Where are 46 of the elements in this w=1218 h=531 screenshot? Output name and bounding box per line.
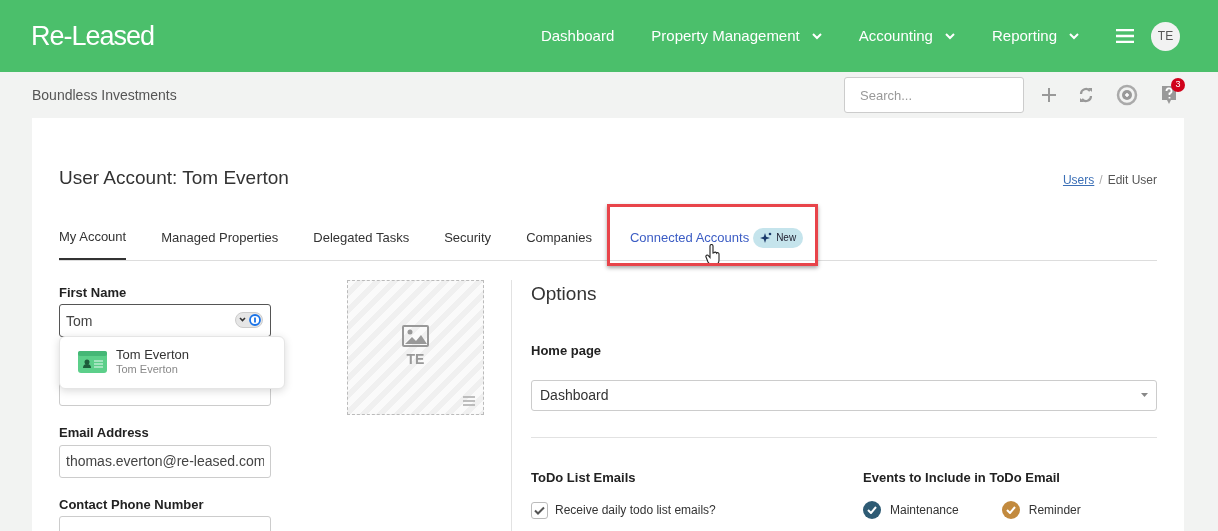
autofill-menu[interactable]: Tom Everton Tom Everton xyxy=(59,335,285,389)
checkbox-label: Reminder xyxy=(1028,502,1081,519)
support-icon[interactable] xyxy=(1116,84,1138,106)
field-label: Home page xyxy=(531,342,603,360)
checkbox-label: Maintenance xyxy=(890,502,959,519)
field-label: First Name xyxy=(59,283,128,302)
photo-initials: TE xyxy=(406,349,425,369)
image-icon xyxy=(402,324,429,347)
refresh-icon[interactable] xyxy=(1078,86,1094,104)
suggestion-name: Tom Everton xyxy=(116,347,189,362)
input-field[interactable]: thomas.everton@re-leased.com xyxy=(59,444,271,478)
field-label: Contact Phone Number xyxy=(59,495,205,514)
breadcrumb-separator: / xyxy=(1099,172,1103,189)
field-label: Email Address xyxy=(59,424,150,442)
tab[interactable]: Managed Properties xyxy=(161,225,279,260)
breadcrumb-link[interactable]: Users xyxy=(1062,171,1095,189)
section-title: Options xyxy=(531,281,598,306)
event-checkbox[interactable] xyxy=(1001,501,1020,519)
menu-icon[interactable] xyxy=(463,395,475,406)
page-title: User Account: Tom Everton xyxy=(59,166,289,190)
tab[interactable]: My Account xyxy=(59,225,127,260)
check-icon xyxy=(1005,506,1016,514)
checkbox-label: Receive daily todo list emails? xyxy=(555,502,716,519)
notification-badge: 3 xyxy=(1171,78,1185,92)
tab[interactable]: Security xyxy=(444,225,492,260)
tab[interactable]: Connected Accounts xyxy=(629,225,750,260)
search-field[interactable]: Search... xyxy=(844,77,1024,113)
help-icon[interactable] xyxy=(1160,85,1178,105)
new-badge: New xyxy=(753,227,804,248)
event-checkbox[interactable] xyxy=(863,501,881,519)
user-avatar[interactable]: TE xyxy=(1151,21,1180,51)
suggestion-detail: Tom Everton xyxy=(116,362,179,377)
check-icon xyxy=(534,505,545,515)
tab[interactable]: Delegated Tasks xyxy=(313,225,410,260)
tab[interactable]: Companies xyxy=(526,225,592,260)
id-card-icon xyxy=(78,351,107,373)
company-name: Boundless Investments xyxy=(32,85,177,105)
check-icon xyxy=(867,506,877,514)
plus-icon[interactable] xyxy=(1042,88,1056,102)
caret-icon xyxy=(1141,393,1148,397)
section-heading: ToDo List Emails xyxy=(531,468,637,487)
checkbox[interactable] xyxy=(531,501,548,519)
home-page-select[interactable]: Dashboard xyxy=(531,379,1157,411)
breadcrumb-current: Edit User xyxy=(1107,172,1157,189)
section-heading: Events to Include in ToDo Email xyxy=(863,468,1061,487)
sparkle-icon xyxy=(760,231,773,244)
